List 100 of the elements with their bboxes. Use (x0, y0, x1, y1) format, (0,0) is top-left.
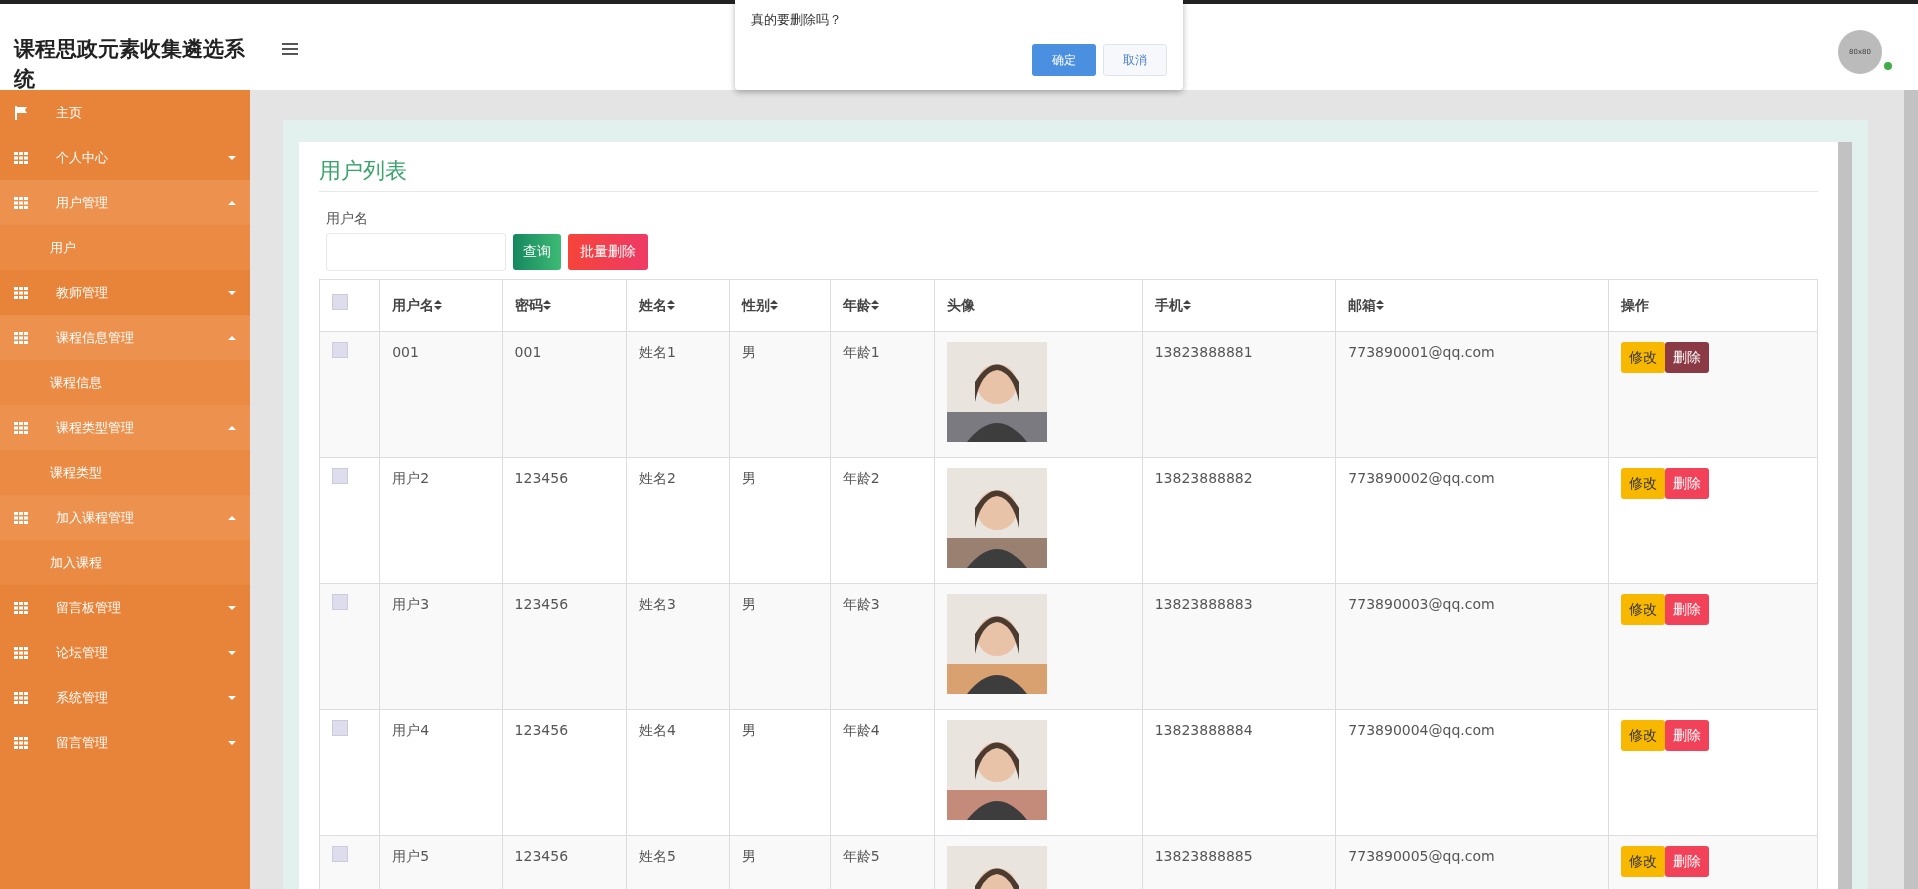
table-cell: 123456 (514, 595, 569, 612)
table-cell: 13823888882 (1154, 469, 1253, 486)
sortable-column-header[interactable]: 手机 (1154, 294, 1191, 316)
checkbox[interactable] (332, 593, 348, 610)
sortable-column-header[interactable]: 邮箱 (1348, 294, 1385, 316)
grid-icon (14, 691, 28, 704)
sortable-column-header[interactable]: 年龄 (842, 294, 879, 316)
table-cell: 年龄5 (842, 847, 880, 864)
table-cell: 123456 (514, 469, 569, 486)
caret-icon (228, 289, 236, 296)
sidebar-item[interactable]: 课程类型管理 (0, 405, 250, 450)
table-cell: 123456 (514, 721, 569, 738)
caret-icon (228, 154, 236, 161)
table-cell: 姓名2 (639, 469, 676, 486)
scrollbar[interactable] (1904, 90, 1918, 889)
delete-button[interactable]: 删除 (1665, 593, 1710, 625)
scrollbar[interactable] (1838, 142, 1852, 889)
table-cell: 男 (742, 469, 757, 486)
edit-button[interactable]: 修改 (1621, 341, 1666, 373)
table-cell: 男 (742, 343, 757, 360)
sortable-column-header[interactable]: 用户名 (392, 294, 443, 316)
caret-icon (228, 334, 236, 341)
table-cell: 773890002@qq.com (1348, 469, 1495, 486)
table-cell: 用户4 (392, 721, 430, 738)
table-cell: 123456 (514, 847, 569, 864)
table-cell: 773890003@qq.com (1348, 595, 1495, 612)
sidebar-item[interactable]: 用户管理 (0, 180, 250, 225)
sidebar-subitem[interactable]: 用户 (0, 225, 250, 270)
delete-button[interactable]: 删除 (1665, 341, 1710, 373)
sortable-column-header[interactable]: 密码 (514, 294, 551, 316)
sidebar-item[interactable]: 留言管理 (0, 720, 250, 765)
caret-icon (228, 604, 236, 611)
batch-delete-button[interactable]: 批量删除 (568, 233, 648, 270)
search-button[interactable]: 查询 (513, 233, 561, 270)
table-cell: 姓名1 (639, 343, 676, 360)
table-cell: 男 (742, 595, 757, 612)
sidebar-item[interactable]: 系统管理 (0, 675, 250, 720)
sidebar-subitem[interactable]: 课程信息 (0, 360, 250, 405)
sidebar-item[interactable]: 主页 (0, 90, 250, 135)
table-cell: 773890001@qq.com (1348, 343, 1495, 360)
sidebar-item[interactable]: 论坛管理 (0, 630, 250, 675)
table-cell: 用户3 (392, 595, 430, 612)
sidebar-item[interactable]: 加入课程管理 (0, 495, 250, 540)
table-cell: 男 (742, 721, 757, 738)
table-cell: 13823888881 (1154, 343, 1253, 360)
table-cell: 13823888885 (1154, 847, 1253, 864)
dialog-message: 真的要删除吗？ (751, 11, 843, 29)
edit-button[interactable]: 修改 (1621, 593, 1666, 625)
sortable-column-header[interactable]: 姓名 (639, 294, 675, 316)
table-cell: 用户5 (392, 847, 430, 864)
sidebar-item[interactable]: 课程信息管理 (0, 315, 250, 360)
grid-icon (14, 151, 28, 164)
caret-icon (228, 424, 236, 431)
grid-icon (14, 736, 28, 749)
grid-icon (14, 646, 28, 659)
checkbox[interactable] (332, 845, 348, 862)
delete-button[interactable]: 删除 (1665, 719, 1710, 751)
sidebar-subitem[interactable]: 课程类型 (0, 450, 250, 495)
edit-button[interactable]: 修改 (1621, 719, 1666, 751)
table-cell: 001 (514, 343, 542, 360)
sidebar-item[interactable]: 留言板管理 (0, 585, 250, 630)
table-cell: 姓名5 (639, 847, 676, 864)
checkbox[interactable] (332, 467, 348, 484)
table-cell: 姓名3 (639, 595, 676, 612)
caret-icon (228, 694, 236, 701)
table-cell: 13823888884 (1154, 721, 1253, 738)
checkbox[interactable] (332, 294, 348, 310)
delete-button[interactable]: 删除 (1665, 845, 1710, 877)
caret-icon (228, 739, 236, 746)
delete-button[interactable]: 删除 (1665, 467, 1710, 499)
column-header: 操作 (1621, 295, 1650, 315)
caret-icon (228, 199, 236, 206)
table-cell: 001 (392, 343, 419, 360)
caret-icon (228, 649, 236, 656)
sidebar-item[interactable]: 个人中心 (0, 135, 250, 180)
grid-icon (14, 286, 28, 299)
column-header: 头像 (947, 295, 975, 315)
table-cell: 年龄4 (842, 721, 880, 738)
table-cell: 用户2 (392, 469, 430, 486)
sidebar-subitem[interactable]: 加入课程 (0, 540, 250, 585)
grid-icon (14, 601, 28, 614)
edit-button[interactable]: 修改 (1621, 467, 1666, 499)
cancel-button[interactable]: 取消 (1103, 43, 1167, 76)
table-cell: 13823888883 (1154, 595, 1253, 612)
table-cell: 姓名4 (639, 721, 676, 738)
grid-icon (14, 511, 28, 524)
grid-icon (14, 196, 28, 209)
table-cell: 773890004@qq.com (1348, 721, 1495, 738)
table-cell: 年龄1 (842, 343, 880, 360)
table-cell: 年龄2 (842, 469, 880, 486)
checkbox[interactable] (332, 341, 348, 358)
checkbox[interactable] (332, 719, 348, 736)
edit-button[interactable]: 修改 (1621, 845, 1666, 877)
sidebar-item[interactable]: 教师管理 (0, 270, 250, 315)
panel-title: 用户列表 (319, 154, 1818, 192)
field-label: 用户名 (326, 209, 369, 228)
sortable-column-header[interactable]: 性别 (742, 294, 779, 316)
menu-icon[interactable] (282, 42, 298, 56)
app-title: 课程思政元素收集遴选系统 (14, 36, 246, 93)
confirm-button[interactable]: 确定 (1032, 43, 1096, 76)
